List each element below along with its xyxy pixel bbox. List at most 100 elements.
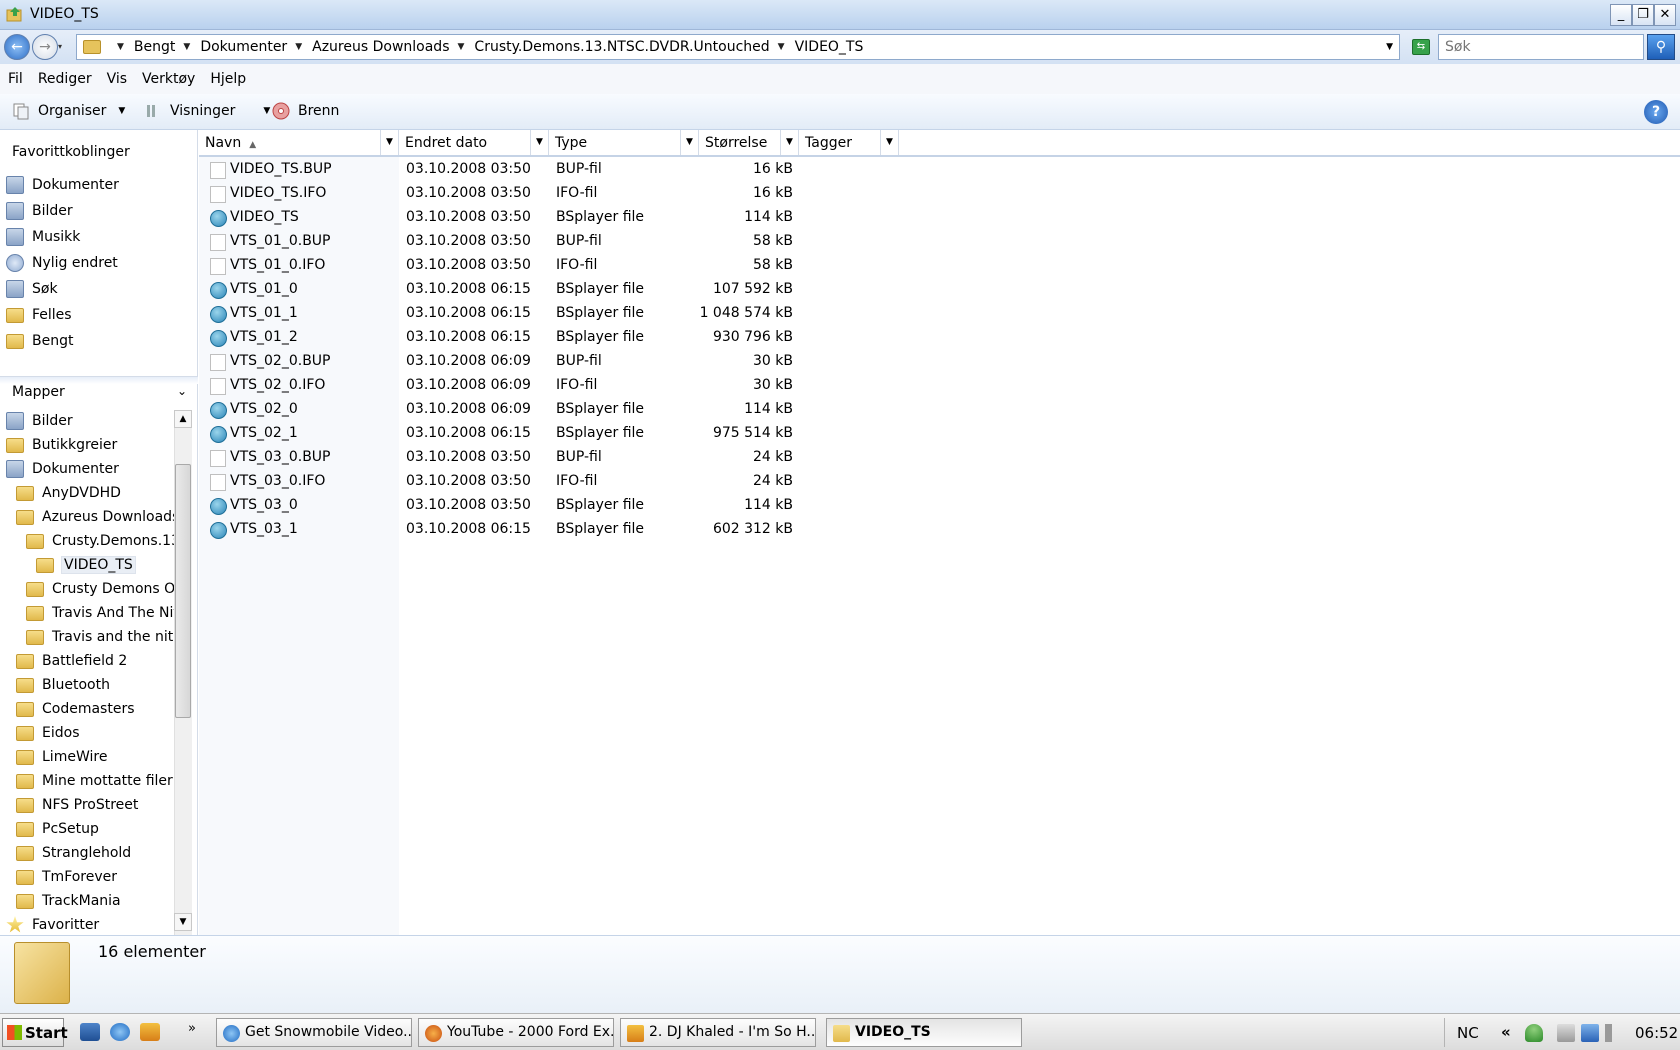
file-row[interactable]: VTS_03_0 03.10.2008 03:50 BSplayer file … [199,494,999,518]
tree-item-tmforever[interactable]: TmForever [16,866,174,888]
tree-item-crusty-demons-13[interactable]: Crusty.Demons.13. [26,530,174,552]
breadcrumb-azureus-downloads[interactable]: Azureus Downloads [312,39,449,55]
show-desktop-icon[interactable] [80,1023,100,1041]
file-row[interactable]: VTS_01_0.BUP 03.10.2008 03:50 BUP-fil 58… [199,230,999,254]
column-filter-dropdown[interactable]: ▼ [780,130,798,155]
tree-item-limewire[interactable]: LimeWire [16,746,174,768]
tree-item-travis-and-the-nit[interactable]: Travis And The Nit [26,602,174,624]
quicklaunch-more-icon[interactable]: » [188,1021,196,1036]
favorite-bilder[interactable]: Bilder [6,200,73,222]
messenger-icon[interactable] [1525,1024,1543,1042]
favorite-nylig-endret[interactable]: Nylig endret [6,252,118,274]
language-indicator[interactable]: NC [1457,1024,1479,1042]
file-row[interactable]: VTS_01_0 03.10.2008 06:15 BSplayer file … [199,278,999,302]
menu-hjelp[interactable]: Hjelp [210,71,246,87]
tree-item-video-ts[interactable]: VIDEO_TS [36,554,174,576]
breadcrumb-separator[interactable]: ▼ [778,42,785,52]
file-row[interactable]: VIDEO_TS 03.10.2008 03:50 BSplayer file … [199,206,999,230]
scroll-down-icon[interactable]: ▼ [174,913,192,931]
tree-item-azureus-downloads[interactable]: Azureus Downloads [16,506,174,528]
breadcrumb-separator[interactable]: ▼ [183,42,190,52]
clock[interactable]: 06:52 [1635,1024,1678,1042]
tray-expand-icon[interactable]: « [1501,1023,1511,1041]
organize-button[interactable]: Organiser ▼ [12,102,125,120]
favorite-felles[interactable]: Felles [6,304,72,326]
breadcrumb-video-ts[interactable]: VIDEO_TS [795,39,864,55]
column-header-type[interactable]: Type ▼ [549,130,699,156]
column-filter-dropdown[interactable]: ▼ [680,130,698,155]
chevron-down-icon[interactable]: ⌄ [177,384,187,398]
menu-rediger[interactable]: Rediger [38,71,92,87]
tree-item-butikkgreier[interactable]: Butikkgreier [6,434,174,456]
breadcrumb[interactable]: ▼ Bengt ▼ Dokumenter ▼ Azureus Downloads… [76,34,1400,60]
search-icon[interactable]: ⚲ [1647,34,1675,60]
internet-explorer-icon[interactable] [110,1023,130,1041]
tree-item-bilder[interactable]: Bilder [6,410,174,432]
tree-scrollbar-thumb[interactable] [175,464,191,718]
column-filter-dropdown[interactable]: ▼ [380,130,398,155]
burn-button[interactable]: Brenn [272,102,339,120]
minimize-button[interactable]: _ [1610,4,1632,26]
task-video-ts[interactable]: VIDEO_TS [826,1018,1022,1047]
search-input[interactable] [1438,34,1644,60]
file-row[interactable]: VTS_03_0.IFO 03.10.2008 03:50 IFO-fil 24… [199,470,999,494]
file-row[interactable]: VTS_01_0.IFO 03.10.2008 03:50 IFO-fil 58… [199,254,999,278]
breadcrumb-dokumenter[interactable]: Dokumenter [200,39,287,55]
tree-item-favoritter[interactable]: Favoritter [6,914,174,936]
column-header-size[interactable]: Størrelse ▼ [699,130,799,156]
tree-item-anydvdhd[interactable]: AnyDVDHD [16,482,174,504]
favorite-bengt[interactable]: Bengt [6,330,73,352]
file-row[interactable]: VTS_02_0.IFO 03.10.2008 06:09 IFO-fil 30… [199,374,999,398]
tree-item-bluetooth[interactable]: Bluetooth [16,674,174,696]
column-filter-dropdown[interactable]: ▼ [530,130,548,155]
tree-item-crusty-demons-of[interactable]: Crusty Demons Of [26,578,174,600]
media-player-icon[interactable] [140,1023,160,1041]
task-snowmobile-video[interactable]: Get Snowmobile Video... [216,1018,412,1047]
breadcrumb-separator[interactable]: ▼ [458,42,465,52]
chevron-down-icon[interactable]: ▼ [263,106,270,116]
column-header-tags[interactable]: Tagger ▼ [799,130,899,156]
favorite-sok[interactable]: Søk [6,278,58,300]
task-dj-khaled[interactable]: 2. DJ Khaled - I'm So H... [620,1018,816,1047]
column-header-name[interactable]: Navn ▲ ▼ [199,130,399,156]
address-dropdown-icon[interactable]: ▼ [1386,42,1393,52]
breadcrumb-separator[interactable]: ▼ [295,42,302,52]
menu-verktoy[interactable]: Verktøy [142,71,195,87]
maximize-button[interactable]: ❐ [1632,4,1654,26]
volume-icon[interactable] [1605,1024,1623,1042]
favorite-dokumenter[interactable]: Dokumenter [6,174,119,196]
file-row[interactable]: VIDEO_TS.BUP 03.10.2008 03:50 BUP-fil 16… [199,158,999,182]
views-button[interactable]: Visninger ▼ [144,102,270,120]
tree-item-dokumenter[interactable]: Dokumenter [6,458,174,480]
menu-vis[interactable]: Vis [107,71,127,87]
tree-item-mine-mottatte-filer[interactable]: Mine mottatte filer [16,770,174,792]
file-row[interactable]: VTS_01_2 03.10.2008 06:15 BSplayer file … [199,326,999,350]
tree-item-trackmania[interactable]: TrackMania [16,890,174,912]
file-row[interactable]: VIDEO_TS.IFO 03.10.2008 03:50 IFO-fil 16… [199,182,999,206]
network-icon[interactable] [1581,1024,1599,1042]
file-row[interactable]: VTS_01_1 03.10.2008 06:15 BSplayer file … [199,302,999,326]
help-icon[interactable]: ? [1644,100,1668,124]
folders-header[interactable]: Mapper [12,384,65,400]
favorite-musikk[interactable]: Musikk [6,226,80,248]
file-row[interactable]: VTS_02_1 03.10.2008 06:15 BSplayer file … [199,422,999,446]
recent-pages-dropdown[interactable]: ▾ [58,42,62,51]
refresh-icon[interactable]: ⇆ [1412,39,1430,55]
tree-item-travis-and-the-nitr[interactable]: Travis and the nitr [26,626,174,648]
menu-fil[interactable]: Fil [8,71,23,87]
tree-item-codemasters[interactable]: Codemasters [16,698,174,720]
column-filter-dropdown[interactable]: ▼ [880,130,898,155]
breadcrumb-crusty-demons[interactable]: Crusty.Demons.13.NTSC.DVDR.Untouched [474,39,769,55]
close-button[interactable]: ✕ [1654,4,1676,26]
breadcrumb-bengt[interactable]: Bengt [134,39,175,55]
tree-item-stranglehold[interactable]: Stranglehold [16,842,174,864]
file-row[interactable]: VTS_02_0.BUP 03.10.2008 06:09 BUP-fil 30… [199,350,999,374]
tree-item-pcsetup[interactable]: PcSetup [16,818,174,840]
pane-splitter[interactable] [0,376,198,384]
column-header-date[interactable]: Endret dato ▼ [399,130,549,156]
tree-item-nfs-prostreet[interactable]: NFS ProStreet [16,794,174,816]
file-row[interactable]: VTS_03_0.BUP 03.10.2008 03:50 BUP-fil 24… [199,446,999,470]
back-button[interactable]: ← [4,34,30,60]
breadcrumb-separator[interactable]: ▼ [117,42,124,52]
file-row[interactable]: VTS_03_1 03.10.2008 06:15 BSplayer file … [199,518,999,542]
